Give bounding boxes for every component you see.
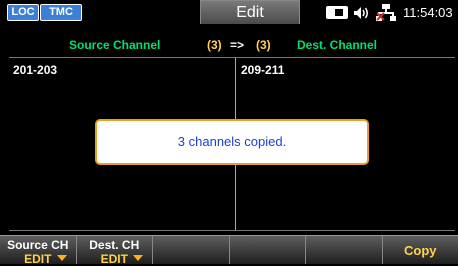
dest-channel-label: Dest. Channel bbox=[297, 38, 377, 52]
status-bar: LOC TMC Edit 11:54:03 bbox=[0, 0, 458, 25]
status-icons: 11:54:03 bbox=[326, 4, 453, 21]
dropdown-arrow-icon bbox=[57, 255, 67, 261]
softkey-bar: Source CH EDIT Dest. CH EDIT Copy bbox=[0, 235, 458, 264]
source-range: 201-203 bbox=[13, 63, 57, 77]
softkey-source-ch-label: Source CH bbox=[0, 238, 76, 252]
tmc-badge: TMC bbox=[40, 4, 82, 21]
copy-button-label: Copy bbox=[383, 243, 458, 258]
speaker-icon bbox=[353, 6, 371, 20]
softkey-dest-ch[interactable]: Dest. CH EDIT bbox=[77, 235, 154, 264]
softkey-4[interactable] bbox=[230, 235, 307, 264]
softkey-5[interactable] bbox=[306, 235, 383, 264]
clock: 11:54:03 bbox=[403, 5, 453, 20]
source-channel-count: (3) bbox=[207, 38, 222, 52]
lan-icon bbox=[376, 4, 396, 21]
dest-range: 209-211 bbox=[241, 63, 284, 77]
mode-tab: Edit bbox=[200, 0, 300, 24]
battery-icon bbox=[326, 6, 348, 19]
copy-button[interactable]: Copy bbox=[383, 235, 458, 264]
channel-header: Source Channel (3) => (3) Dest. Channel bbox=[0, 37, 458, 54]
softkey-3[interactable] bbox=[153, 235, 230, 264]
softkey-source-ch[interactable]: Source CH EDIT bbox=[0, 235, 77, 264]
source-channel-label: Source Channel bbox=[69, 38, 160, 52]
dropdown-arrow-icon bbox=[133, 255, 143, 261]
copied-message-dialog: 3 channels copied. bbox=[95, 119, 369, 165]
copy-arrow: => bbox=[230, 38, 244, 52]
softkey-dest-ch-label: Dest. CH bbox=[77, 238, 153, 252]
dest-channel-count: (3) bbox=[256, 38, 271, 52]
loc-badge: LOC bbox=[7, 4, 39, 21]
